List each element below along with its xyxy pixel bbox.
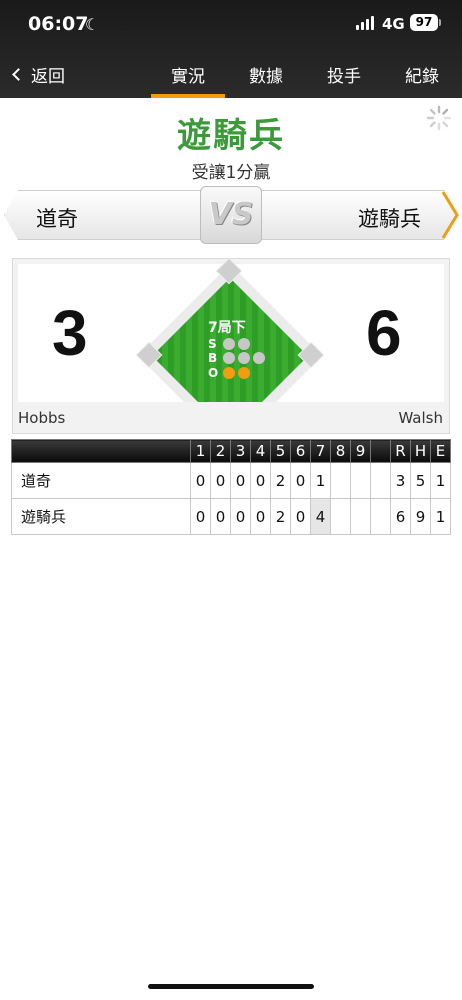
home-score: 6 (366, 297, 402, 369)
app-header: 06:07 ☾ 4G 97 返回 實況 數據 投手 紀錄 (0, 0, 462, 98)
out-label: O (208, 366, 219, 380)
game-status-text: 受讓1分贏 (191, 163, 271, 183)
home-pitcher: Walsh (398, 409, 443, 427)
away-pitcher: Hobbs (18, 409, 66, 427)
header-team-cell (11, 439, 191, 463)
tab-pitchers[interactable]: 投手 (327, 62, 361, 87)
table-cell: 2 (270, 462, 291, 499)
ball-count: B (208, 351, 265, 365)
header-cell (370, 439, 391, 463)
ball-dot (223, 352, 235, 364)
table-cell: 0 (290, 498, 311, 535)
ball-dot (238, 352, 250, 364)
table-cell: 0 (210, 498, 231, 535)
table-cell: 5 (410, 462, 431, 499)
header-cell: H (410, 439, 431, 463)
back-button[interactable]: 返回 (12, 62, 65, 87)
away-team-name: 道奇 (36, 207, 78, 231)
back-label: 返回 (31, 67, 65, 87)
tab-stats[interactable]: 數據 (249, 62, 283, 87)
table-cell: 3 (390, 462, 411, 499)
table-cell: 0 (230, 498, 251, 535)
strike-dot (223, 338, 235, 350)
table-row: 遊騎兵 0 0 0 0 2 0 4 6 9 1 (11, 498, 451, 535)
strike-dot (238, 338, 250, 350)
table-cell: 1 (310, 462, 331, 499)
table-cell (350, 462, 371, 499)
table-cell: 6 (390, 498, 411, 535)
leading-team: 遊騎兵 (177, 116, 285, 156)
table-cell (330, 498, 351, 535)
ball-label: B (208, 351, 218, 365)
battery-icon: 97 (410, 14, 438, 31)
table-cell-current-inning: 4 (310, 498, 331, 535)
table-cell: 0 (210, 462, 231, 499)
ball-dot (253, 352, 265, 364)
home-team-banner[interactable] (238, 190, 458, 240)
table-cell (370, 462, 391, 499)
out-dot (223, 367, 235, 379)
header-cell: 9 (350, 439, 371, 463)
battery-tip (439, 19, 441, 26)
header-cell: E (430, 439, 451, 463)
linescore-table: 1 2 3 4 5 6 7 8 9 R H E 道奇 0 0 0 0 2 0 1 (11, 439, 451, 535)
home-indicator[interactable] (148, 984, 314, 989)
tab-records[interactable]: 紀錄 (405, 62, 439, 87)
table-cell (330, 462, 351, 499)
strike-count: S (208, 337, 250, 351)
header-cell: 3 (230, 439, 251, 463)
header-cell: 1 (190, 439, 211, 463)
home-active-indicator (441, 191, 459, 239)
away-score: 3 (52, 297, 88, 369)
header-cell: 5 (270, 439, 291, 463)
table-cell: 0 (250, 462, 271, 499)
header-cell: 2 (210, 439, 231, 463)
inning-label: 7局下 (208, 320, 246, 336)
row-team-name: 道奇 (11, 462, 191, 499)
table-cell (350, 498, 371, 535)
table-cell: 0 (190, 462, 211, 499)
header-cell: 4 (250, 439, 271, 463)
out-count: O (208, 366, 250, 380)
linescore-header: 1 2 3 4 5 6 7 8 9 R H E (11, 439, 451, 463)
strike-label: S (208, 337, 217, 351)
chevron-left-icon (12, 68, 25, 81)
table-row: 道奇 0 0 0 0 2 0 1 3 5 1 (11, 462, 451, 499)
vs-badge: VS (200, 186, 262, 244)
row-team-name: 遊騎兵 (11, 498, 191, 535)
table-cell: 0 (230, 462, 251, 499)
table-cell (370, 498, 391, 535)
header-cell: R (390, 439, 411, 463)
table-cell: 0 (290, 462, 311, 499)
tab-live[interactable]: 實況 (151, 62, 225, 98)
header-cell: 8 (330, 439, 351, 463)
table-cell: 1 (430, 498, 451, 535)
status-time: 06:07 (28, 13, 89, 35)
table-cell: 1 (430, 462, 451, 499)
table-cell: 9 (410, 498, 431, 535)
signal-icon (356, 16, 376, 30)
header-cell: 6 (290, 439, 311, 463)
status-bar: 06:07 ☾ 4G 97 (0, 0, 462, 46)
table-cell: 2 (270, 498, 291, 535)
home-team-name: 遊騎兵 (358, 207, 421, 231)
out-dot (238, 367, 250, 379)
header-cell: 7 (310, 439, 331, 463)
moon-icon: ☾ (85, 15, 100, 34)
network-label: 4G (382, 15, 405, 33)
nav-bar: 返回 實況 數據 投手 紀錄 (0, 50, 462, 98)
table-cell: 0 (250, 498, 271, 535)
table-cell: 0 (190, 498, 211, 535)
